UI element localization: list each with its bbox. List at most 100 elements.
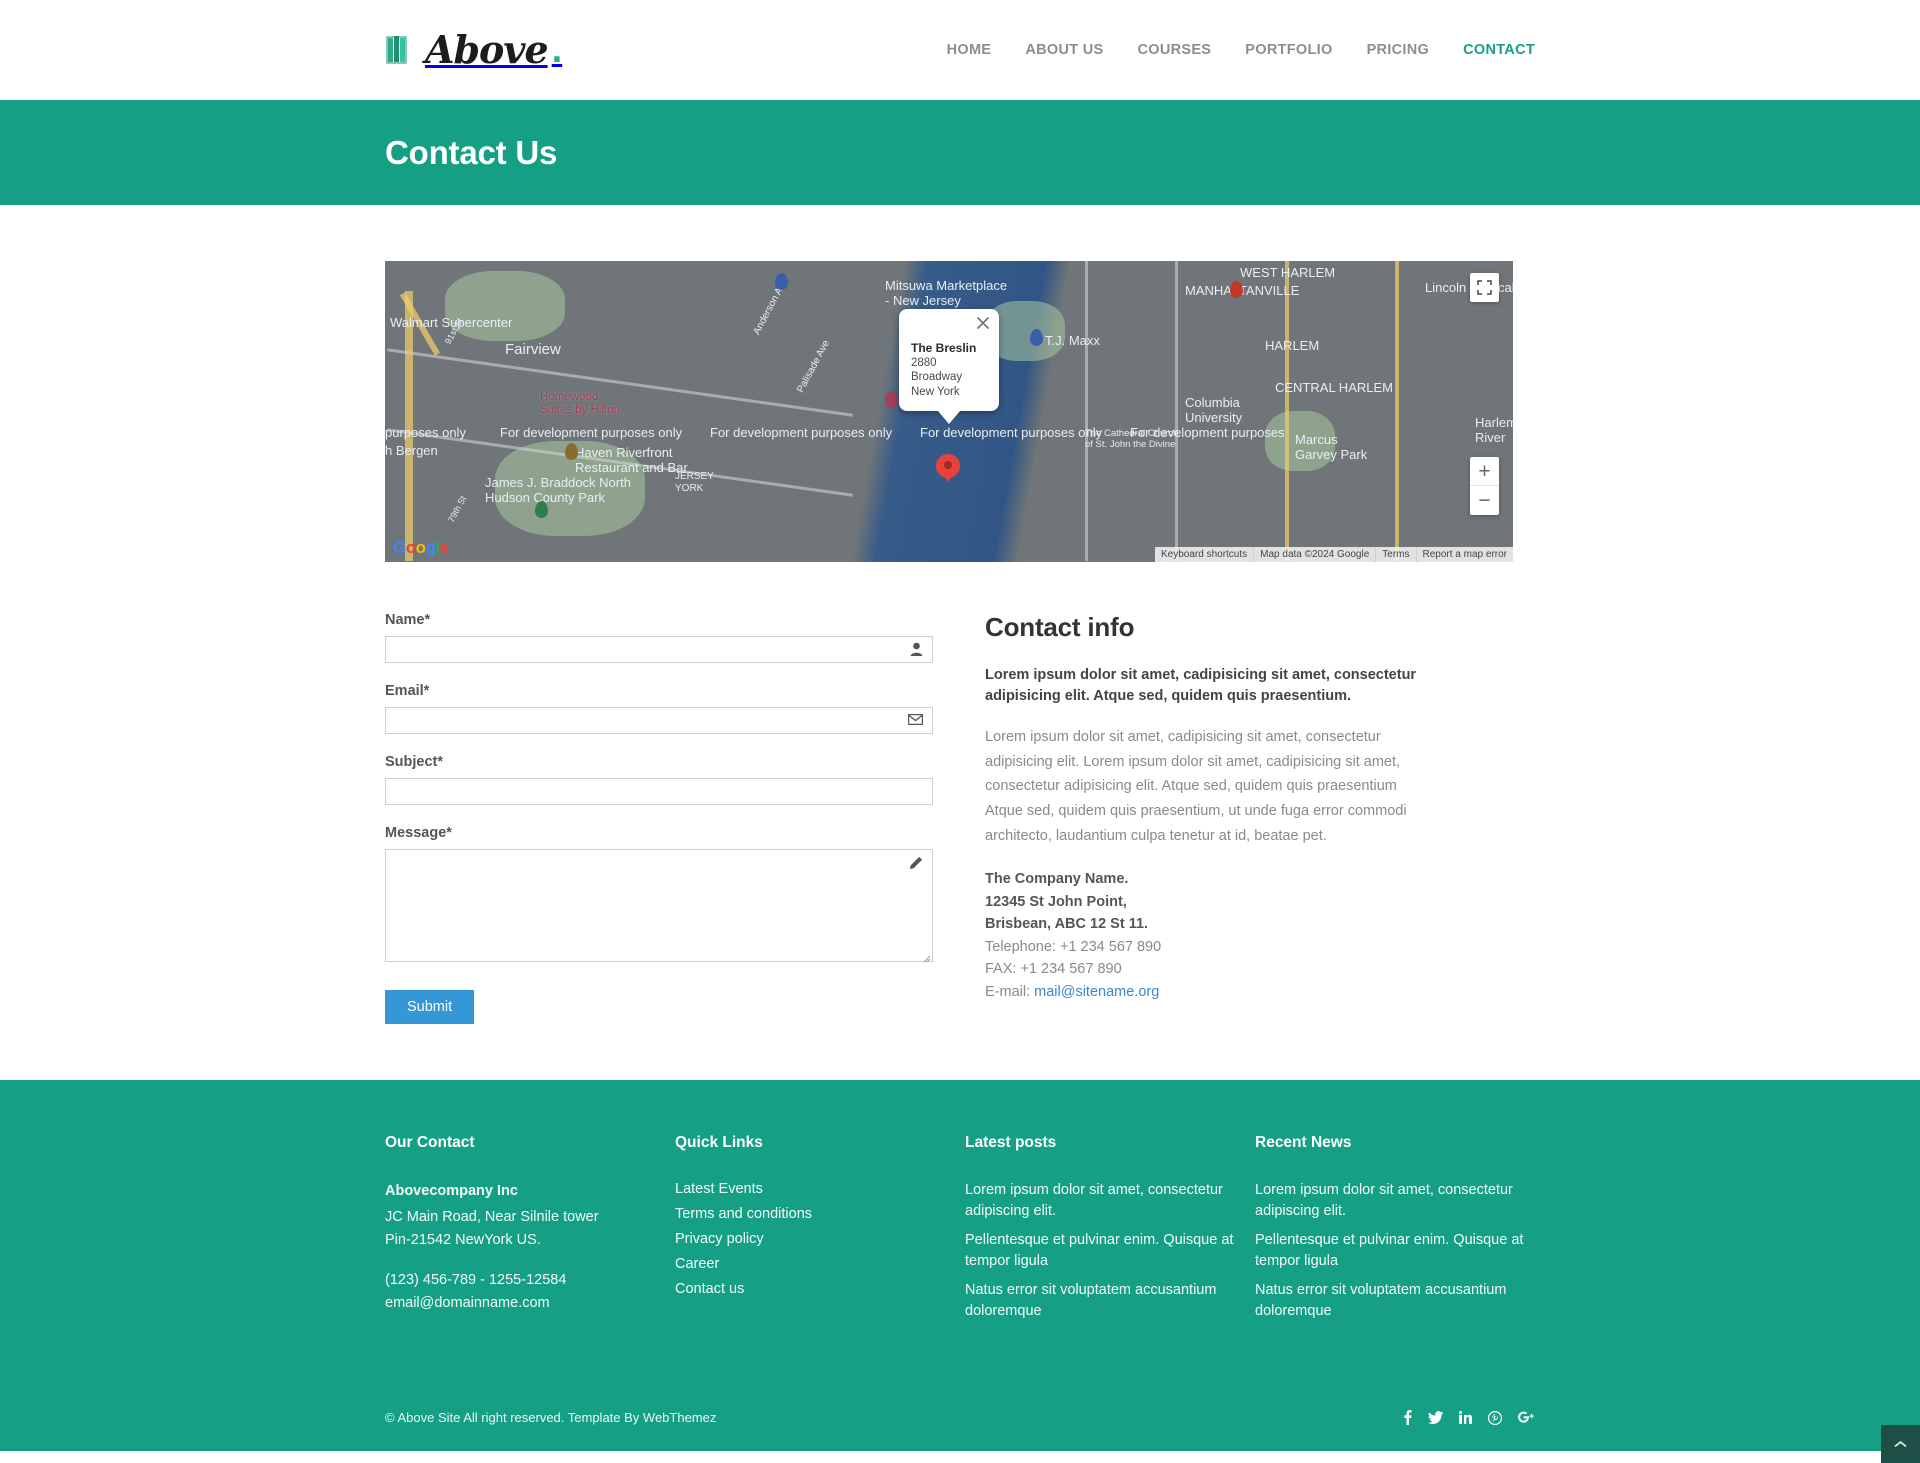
footer-link-career[interactable]: Career [675, 1256, 719, 1272]
footer-heading-latest-posts: Latest posts [965, 1134, 1057, 1151]
info-window-city: New York [911, 385, 960, 398]
page-title: Contact Us [385, 133, 558, 171]
company-name: The Company Name. [985, 871, 1129, 888]
map-poi-marker[interactable] [885, 391, 898, 408]
submit-button[interactable]: Submit [385, 990, 475, 1024]
footer-email[interactable]: email@domainname.com [385, 1295, 550, 1311]
map-label: HARLEM [1265, 338, 1320, 353]
company-fax: FAX: +1 234 567 890 [985, 961, 1122, 978]
list-item: Privacy policy [675, 1230, 965, 1248]
map-info-window[interactable]: The Breslin 2880 Broadway New York [899, 309, 999, 412]
nav-item-contact[interactable]: CONTACT [1463, 42, 1535, 58]
subject-label: Subject* [385, 754, 444, 770]
footer-link-latest-events[interactable]: Latest Events [675, 1181, 763, 1197]
map-poi-marker[interactable] [1230, 281, 1243, 298]
name-input[interactable] [385, 636, 933, 663]
name-field-wrapper [385, 636, 933, 663]
map-label: James J. Braddock North Hudson County Pa… [485, 475, 631, 505]
map-poi-marker[interactable] [535, 501, 548, 518]
map-data-credit: Map data ©2024 Google [1253, 547, 1375, 562]
googleplus-icon[interactable] [1518, 1411, 1535, 1424]
footer-contact-block: Abovecompany Inc JC Main Road, Near Siln… [385, 1180, 675, 1251]
company-address-block: The Company Name. 12345 St John Point, B… [985, 868, 1533, 1003]
footer-phone-block: (123) 456-789 - 1255-12584 email@domainn… [385, 1269, 675, 1314]
site-footer: Our Contact Abovecompany Inc JC Main Roa… [0, 1080, 1920, 1463]
nav-item-portfolio[interactable]: PORTFOLIO [1245, 42, 1332, 58]
footer-column-latest-posts: Latest posts Lorem ipsum dolor sit amet,… [965, 1134, 1255, 1330]
map-poi-marker[interactable] [565, 443, 578, 460]
company-telephone: Telephone: +1 234 567 890 [985, 938, 1162, 955]
map-road [1395, 261, 1399, 561]
map-location-marker[interactable] [936, 454, 962, 480]
info-window-address: 2880 Broadway [911, 357, 963, 384]
list-item: Terms and conditions [675, 1205, 965, 1223]
nav-item-home[interactable]: HOME [947, 42, 992, 58]
social-links [1403, 1410, 1535, 1426]
map-label: Lincoln Medical Ctr [1425, 280, 1513, 295]
map-report-error-link[interactable]: Report a map error [1415, 547, 1513, 562]
info-window-title: The Breslin [911, 341, 977, 355]
contact-info-heading: Contact info [985, 612, 1135, 642]
list-item[interactable]: Pellentesque et pulvinar enim. Quisque a… [965, 1230, 1255, 1272]
page-banner: Contact Us [0, 100, 1920, 205]
close-icon[interactable] [975, 315, 991, 331]
main-content: WEST HARLEM Mitsuwa Marketplace - New Je… [385, 205, 1535, 1024]
footer-link-terms[interactable]: Terms and conditions [675, 1206, 812, 1222]
company-address-line-1: 12345 St John Point, [985, 893, 1127, 910]
footer-phone: (123) 456-789 - 1255-12584 [385, 1272, 567, 1289]
map-label: Harlem River [1475, 415, 1513, 445]
nav-item-courses[interactable]: COURSES [1137, 42, 1211, 58]
list-item[interactable]: Natus error sit voluptatem accusantium d… [965, 1280, 1255, 1322]
list-item[interactable]: Natus error sit voluptatem accusantium d… [1255, 1280, 1535, 1322]
message-textarea[interactable] [385, 849, 933, 962]
map-label: Homewood Suites by Hilton... [540, 391, 630, 417]
user-icon [910, 642, 923, 659]
map-poi-marker[interactable] [1030, 329, 1043, 346]
footer-column-our-contact: Our Contact Abovecompany Inc JC Main Roa… [385, 1134, 675, 1330]
map-zoom-out-button[interactable]: − [1470, 486, 1499, 515]
back-to-top-button[interactable] [1881, 1425, 1920, 1463]
map-zoom-in-button[interactable]: + [1470, 457, 1499, 486]
footer-company-name: Abovecompany Inc [385, 1183, 518, 1199]
map-fullscreen-button[interactable] [1470, 273, 1499, 302]
map-keyboard-shortcuts-link[interactable]: Keyboard shortcuts [1155, 547, 1253, 562]
contact-info-body: Lorem ipsum dolor sit amet, cadipisicing… [985, 729, 1407, 844]
footer-heading-quick-links: Quick Links [675, 1134, 763, 1151]
list-item[interactable]: Lorem ipsum dolor sit amet, consectetur … [1255, 1180, 1535, 1222]
email-label-text: E-mail: [985, 983, 1035, 1000]
footer-link-privacy[interactable]: Privacy policy [675, 1231, 764, 1247]
nav-item-pricing[interactable]: PRICING [1367, 42, 1430, 58]
google-map[interactable]: WEST HARLEM Mitsuwa Marketplace - New Je… [385, 261, 1513, 562]
map-label: purposes only [385, 425, 466, 440]
facebook-icon[interactable] [1403, 1410, 1412, 1426]
subject-input[interactable] [385, 778, 933, 805]
email-label: Email* [385, 683, 430, 699]
map-poi-marker[interactable] [775, 273, 788, 290]
map-label: Mitsuwa Marketplace - New Jersey [885, 278, 1008, 308]
map-zoom-controls: + − [1470, 457, 1499, 515]
pinterest-icon[interactable] [1488, 1410, 1502, 1425]
company-address-line-2: Brisbean, ABC 12 St 11. [985, 916, 1149, 933]
list-item[interactable]: Lorem ipsum dolor sit amet, consectetur … [965, 1180, 1255, 1222]
footer-heading-our-contact: Our Contact [385, 1134, 475, 1151]
map-label: WEST HARLEM [1240, 265, 1336, 280]
footer-column-recent-news: Recent News Lorem ipsum dolor sit amet, … [1255, 1134, 1535, 1330]
map-road [1175, 261, 1178, 561]
map-label: Haven Riverfront Restaurant and Bar [575, 445, 688, 475]
linkedin-icon[interactable] [1459, 1411, 1472, 1425]
map-terms-link[interactable]: Terms [1375, 547, 1415, 562]
company-email-link[interactable]: mail@sitename.org [1034, 984, 1159, 1000]
map-label: Columbia University [1185, 395, 1243, 425]
name-label: Name* [385, 612, 431, 628]
contact-info-lead: Lorem ipsum dolor sit amet, cadipisicing… [985, 667, 1417, 705]
email-input[interactable] [385, 707, 933, 734]
logo-text: Above [425, 27, 549, 72]
message-field-wrapper [385, 849, 933, 963]
site-header: Above . HOME ABOUT US COURSES PORTFOLIO … [0, 0, 1920, 100]
list-item[interactable]: Pellentesque et pulvinar enim. Quisque a… [1255, 1230, 1535, 1272]
twitter-icon[interactable] [1428, 1411, 1443, 1425]
footer-link-contact-us[interactable]: Contact us [675, 1281, 744, 1297]
site-logo[interactable]: Above . [385, 31, 562, 69]
logo-dot: . [551, 29, 563, 71]
nav-item-about-us[interactable]: ABOUT US [1025, 42, 1103, 58]
